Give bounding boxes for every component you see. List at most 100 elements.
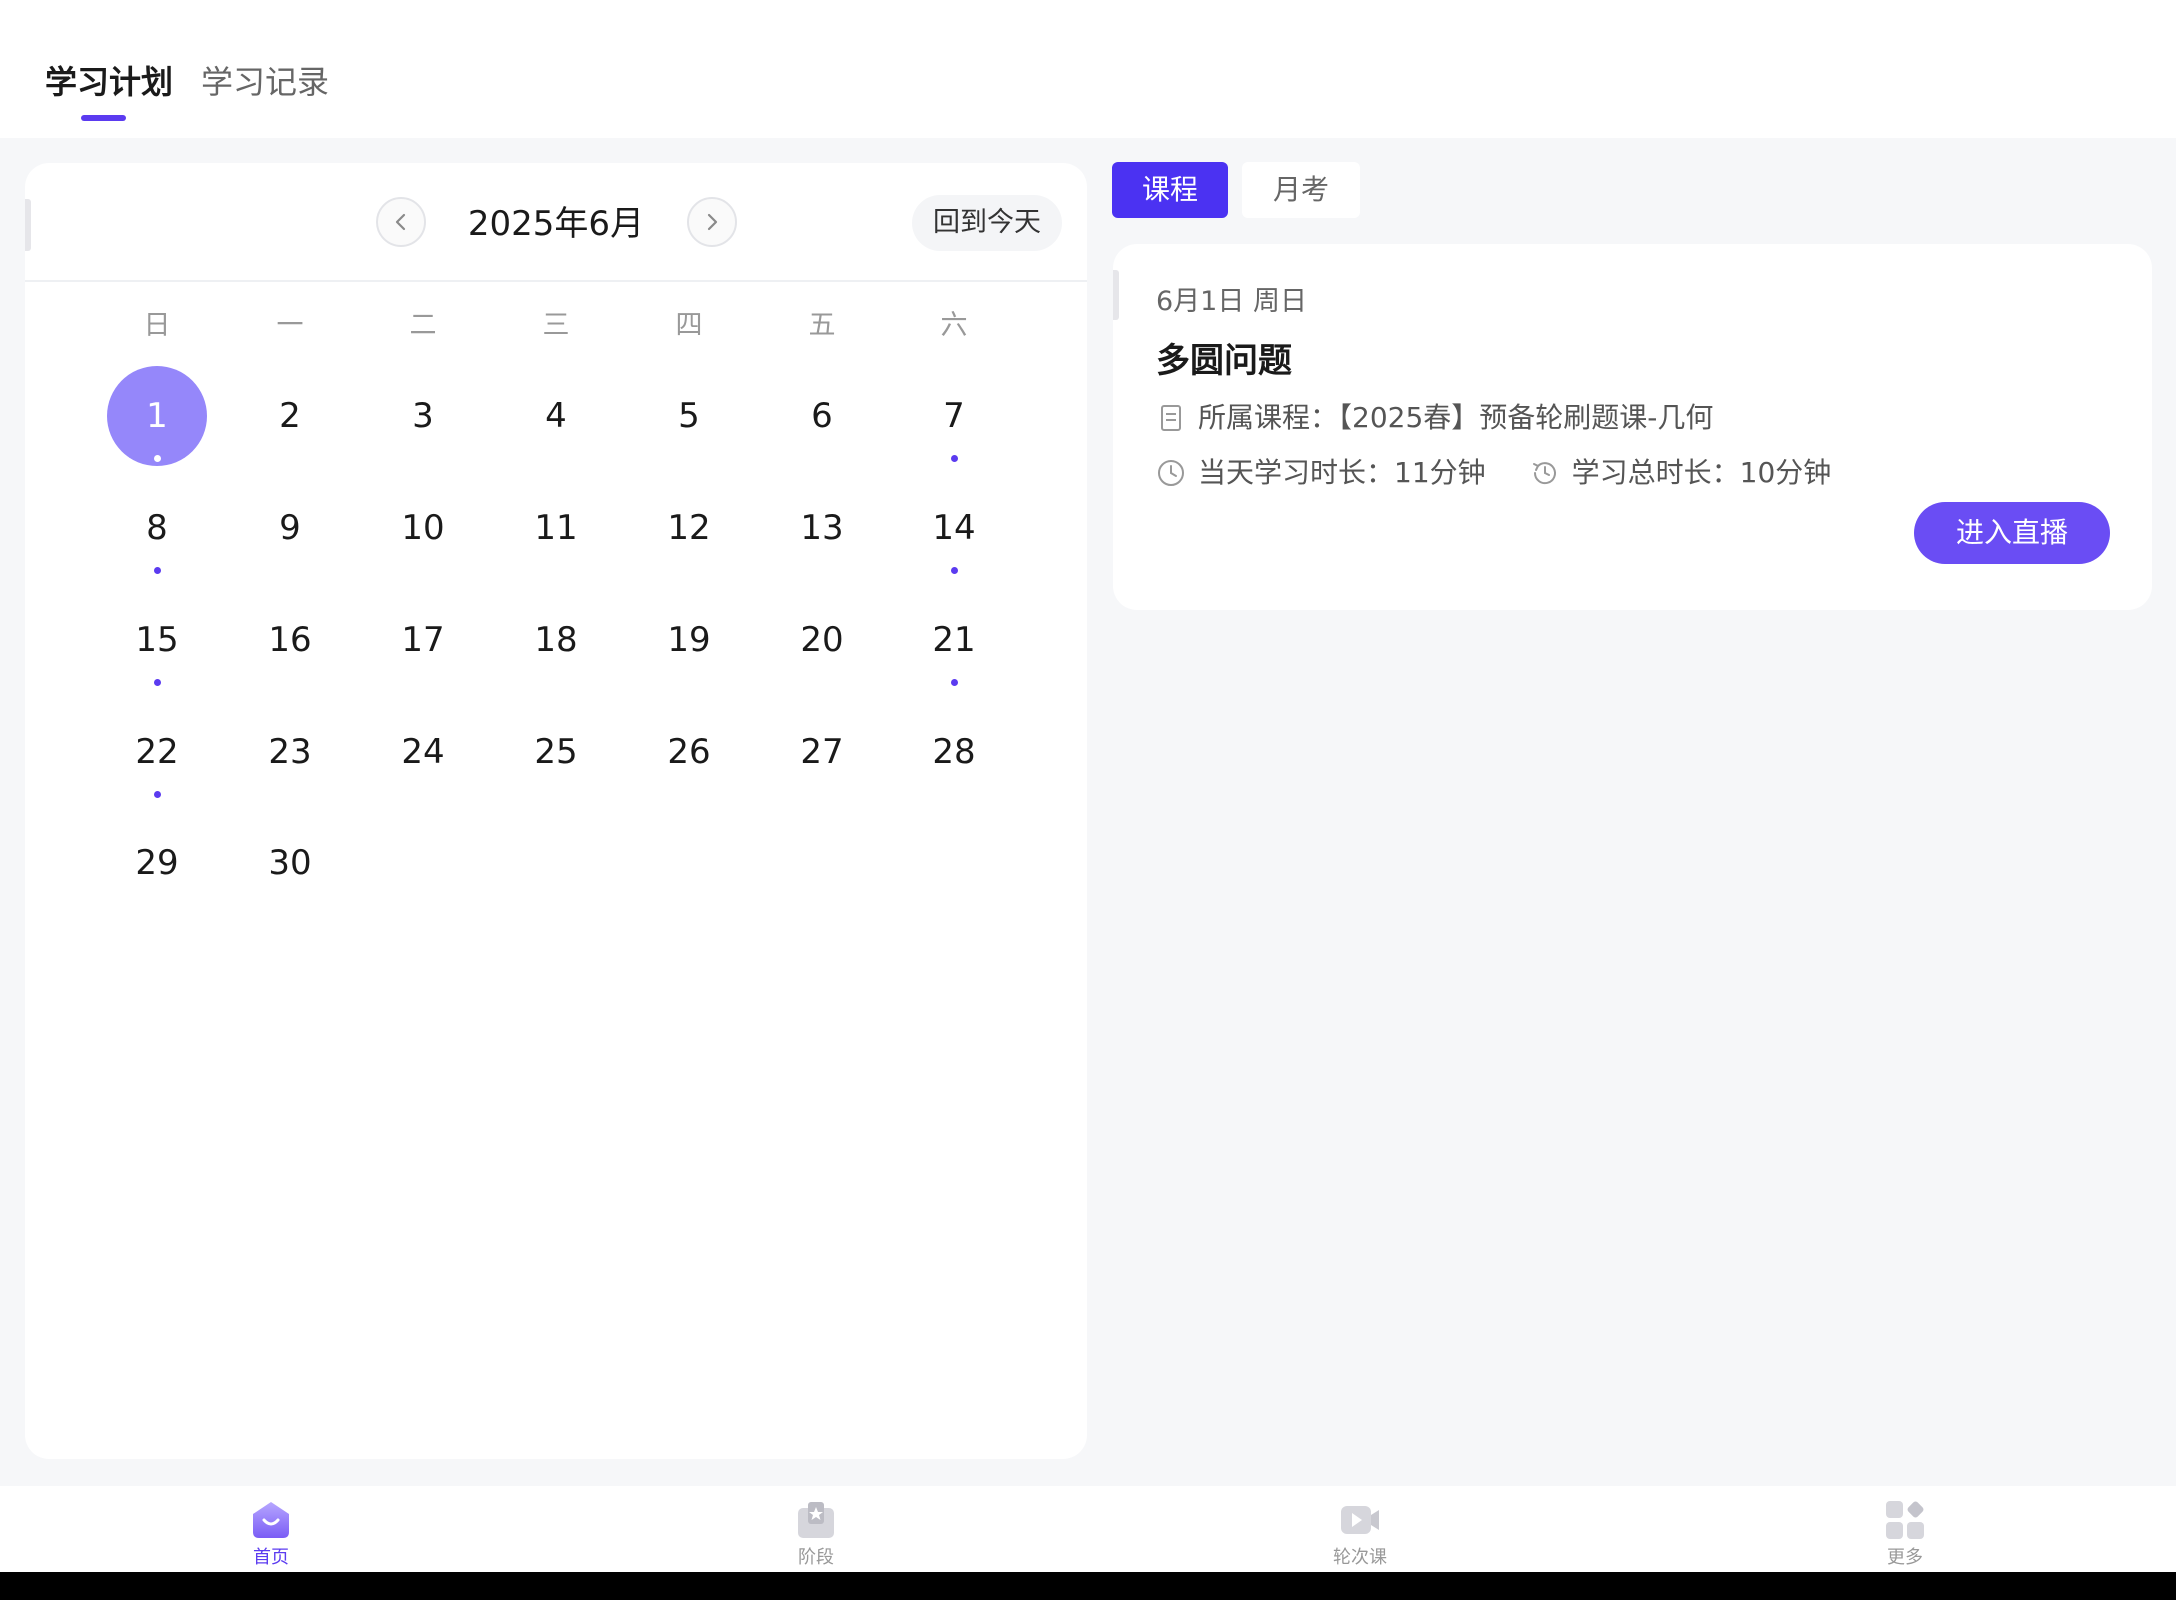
day-duration: 当天学习时长：11分钟 [1156, 454, 1486, 492]
calendar-day[interactable]: 24 [373, 702, 473, 802]
nav-item-stage[interactable]: 阶段 [746, 1494, 886, 1572]
calendar-day[interactable]: 7 [904, 366, 1004, 466]
calendar-day-number: 18 [534, 620, 578, 660]
calendar-day-number: 13 [800, 508, 844, 548]
home-icon [253, 1502, 289, 1538]
nav-label-home: 首页 [253, 1547, 289, 1568]
calendar-day-number: 24 [401, 732, 445, 772]
calendar-day[interactable]: 3 [373, 366, 473, 466]
study-plan-dot [951, 679, 958, 686]
course-card: 6月1日 周日 多圆问题 所属课程：【2025春】预备轮刷题课-几何 当天学习时… [1113, 244, 2152, 610]
weekday-label: 三 [542, 310, 570, 341]
nav-label-more: 更多 [1887, 1547, 1923, 1568]
nav-label-rounds: 轮次课 [1333, 1547, 1387, 1568]
calendar-day[interactable]: 20 [772, 590, 872, 690]
calendar-day[interactable]: 9 [240, 478, 340, 578]
back-to-today-button[interactable]: 回到今天 [912, 195, 1062, 251]
calendar-header: 2025年6月 回到今天 [25, 163, 1087, 282]
tab-study-plan[interactable]: 学习计划 [45, 60, 173, 104]
chevron-left-icon [395, 213, 406, 231]
study-plan-dot [951, 567, 958, 574]
calendar-day-number: 7 [943, 396, 965, 436]
calendar-day[interactable]: 21 [904, 590, 1004, 690]
calendar-day-number: 14 [932, 508, 976, 548]
calendar-day[interactable]: 1 [107, 366, 207, 466]
nav-item-rounds[interactable]: 轮次课 [1290, 1494, 1430, 1572]
calendar-day-number: 3 [412, 396, 434, 436]
calendar-day[interactable]: 4 [506, 366, 606, 466]
course-title: 多圆问题 [1156, 341, 1292, 381]
calendar-day-number: 8 [146, 508, 168, 548]
calendar-day[interactable]: 11 [506, 478, 606, 578]
more-icon [1886, 1501, 1924, 1539]
calendar-day-number: 15 [135, 620, 179, 660]
study-plan-dot [154, 567, 161, 574]
weekday-label: 六 [940, 310, 968, 341]
duration-row: 当天学习时长：11分钟 学习总时长：10分钟 [1156, 454, 1831, 492]
calendar-day[interactable]: 10 [373, 478, 473, 578]
calendar-day[interactable]: 18 [506, 590, 606, 690]
calendar-day-number: 1 [146, 396, 168, 436]
study-plan-dot [154, 791, 161, 798]
month-title: 2025年6月 [467, 204, 645, 244]
tab-course[interactable]: 课程 [1112, 162, 1228, 218]
clock-icon [1158, 460, 1184, 486]
calendar-day[interactable]: 25 [506, 702, 606, 802]
calendar-day-number: 26 [667, 732, 711, 772]
calendar-day-number: 27 [800, 732, 844, 772]
calendar-day[interactable]: 29 [107, 813, 207, 913]
calendar-day[interactable]: 19 [639, 590, 739, 690]
calendar-day[interactable]: 14 [904, 478, 1004, 578]
calendar-day-number: 25 [534, 732, 578, 772]
study-plan-dot [154, 455, 161, 462]
weekday-label: 二 [409, 310, 437, 341]
calendar-day-number: 22 [135, 732, 179, 772]
weekday-label: 五 [808, 310, 836, 341]
calendar-day-number: 30 [268, 843, 312, 883]
study-plan-dot [154, 679, 161, 686]
study-plan-dot [951, 455, 958, 462]
course-belongs-row: 所属课程：【2025春】预备轮刷题课-几何 [1156, 399, 1713, 437]
calendar-day[interactable]: 22 [107, 702, 207, 802]
calendar-card: 2025年6月 回到今天 日一二三四五六 1 2 3 4 5 6 7 8 9 10 11 12 13 14… [25, 163, 1087, 1459]
calendar-day-number: 19 [667, 620, 711, 660]
calendar-day[interactable]: 6 [772, 366, 872, 466]
calendar-day[interactable]: 26 [639, 702, 739, 802]
calendar-day-number: 17 [401, 620, 445, 660]
top-header: 学习计划 学习记录 [0, 0, 2176, 138]
calendar-day-number: 10 [401, 508, 445, 548]
calendar-day[interactable]: 13 [772, 478, 872, 578]
course-belongs-text: 所属课程：【2025春】预备轮刷题课-几何 [1198, 401, 1714, 434]
enter-live-button[interactable]: 进入直播 [1914, 502, 2110, 564]
calendar-day[interactable]: 16 [240, 590, 340, 690]
day-duration-text: 当天学习时长：11分钟 [1198, 456, 1486, 489]
next-month-button[interactable] [687, 197, 737, 247]
total-duration-text: 学习总时长：10分钟 [1571, 456, 1832, 489]
calendar-day[interactable]: 28 [904, 702, 1004, 802]
active-tab-underline [81, 115, 126, 121]
tab-study-record[interactable]: 学习记录 [201, 60, 329, 104]
calendar-day[interactable]: 30 [240, 813, 340, 913]
calendar-day[interactable]: 12 [639, 478, 739, 578]
calendar-day[interactable]: 15 [107, 590, 207, 690]
calendar-day[interactable]: 23 [240, 702, 340, 802]
weekday-label: 四 [675, 310, 703, 341]
document-icon [1161, 405, 1181, 431]
course-card-edge [1113, 270, 1119, 320]
nav-item-home[interactable]: 首页 [201, 1494, 341, 1572]
total-duration: 学习总时长：10分钟 [1530, 454, 1832, 492]
calendar-day[interactable]: 2 [240, 366, 340, 466]
calendar-day[interactable]: 8 [107, 478, 207, 578]
calendar-day[interactable]: 5 [639, 366, 739, 466]
calendar-day-number: 23 [268, 732, 312, 772]
calendar-day-number: 5 [678, 396, 700, 436]
calendar-day[interactable]: 17 [373, 590, 473, 690]
history-icon [1532, 462, 1556, 485]
calendar-day-number: 28 [932, 732, 976, 772]
system-bar [0, 1572, 2176, 1600]
nav-item-more[interactable]: 更多 [1835, 1494, 1975, 1572]
calendar-day[interactable]: 27 [772, 702, 872, 802]
tab-monthly-exam[interactable]: 月考 [1242, 162, 1360, 218]
stage-icon [798, 1502, 834, 1538]
calendar-day-number: 6 [811, 396, 833, 436]
